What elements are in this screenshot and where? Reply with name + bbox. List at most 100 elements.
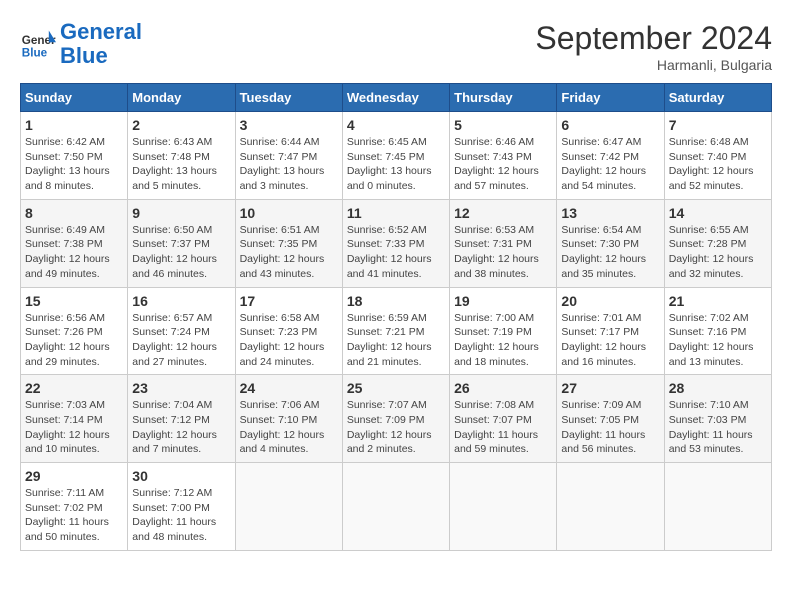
day-number: 24	[240, 380, 338, 396]
month-title: September 2024	[535, 20, 772, 57]
day-number: 19	[454, 293, 552, 309]
day-info: Sunrise: 7:09 AM Sunset: 7:05 PM Dayligh…	[561, 398, 659, 457]
day-number: 18	[347, 293, 445, 309]
day-info: Sunrise: 6:47 AM Sunset: 7:42 PM Dayligh…	[561, 135, 659, 194]
calendar-cell: 22 Sunrise: 7:03 AM Sunset: 7:14 PM Dayli…	[21, 375, 128, 463]
calendar-cell: 27 Sunrise: 7:09 AM Sunset: 7:05 PM Dayli…	[557, 375, 664, 463]
day-number: 4	[347, 117, 445, 133]
calendar-week-4: 22 Sunrise: 7:03 AM Sunset: 7:14 PM Dayli…	[21, 375, 772, 463]
calendar-cell: 26Sunrise: 7:08 AM Sunset: 7:07 PM Dayli…	[450, 375, 557, 463]
day-number: 22	[25, 380, 123, 396]
calendar-week-3: 15Sunrise: 6:56 AM Sunset: 7:26 PM Dayli…	[21, 287, 772, 375]
calendar-cell	[235, 463, 342, 551]
weekday-header-tuesday: Tuesday	[235, 84, 342, 112]
calendar-cell	[342, 463, 449, 551]
calendar-cell: 25 Sunrise: 7:07 AM Sunset: 7:09 PM Dayli…	[342, 375, 449, 463]
day-info: Sunrise: 7:04 AM Sunset: 7:12 PM Dayligh…	[132, 398, 230, 457]
logo-text-line1: General	[60, 20, 142, 44]
calendar-cell	[664, 463, 771, 551]
day-number: 7	[669, 117, 767, 133]
day-info: Sunrise: 7:10 AM Sunset: 7:03 PM Dayligh…	[669, 398, 767, 457]
day-info: Sunrise: 7:12 AM Sunset: 7:00 PM Dayligh…	[132, 486, 230, 545]
day-number: 21	[669, 293, 767, 309]
day-info: Sunrise: 6:55 AM Sunset: 7:28 PM Dayligh…	[669, 223, 767, 282]
day-number: 6	[561, 117, 659, 133]
day-number: 23	[132, 380, 230, 396]
day-info: Sunrise: 7:11 AM Sunset: 7:02 PM Dayligh…	[25, 486, 123, 545]
day-info: Sunrise: 7:03 AM Sunset: 7:14 PM Dayligh…	[25, 398, 123, 457]
day-info: Sunrise: 6:42 AM Sunset: 7:50 PM Dayligh…	[25, 135, 123, 194]
day-number: 3	[240, 117, 338, 133]
calendar-cell: 17 Sunrise: 6:58 AM Sunset: 7:23 PM Dayli…	[235, 287, 342, 375]
weekday-header-friday: Friday	[557, 84, 664, 112]
day-info: Sunrise: 7:06 AM Sunset: 7:10 PM Dayligh…	[240, 398, 338, 457]
day-number: 12	[454, 205, 552, 221]
weekday-header-wednesday: Wednesday	[342, 84, 449, 112]
svg-text:Blue: Blue	[22, 47, 48, 60]
calendar-cell: 16 Sunrise: 6:57 AM Sunset: 7:24 PM Dayli…	[128, 287, 235, 375]
day-number: 30	[132, 468, 230, 484]
calendar-cell: 3 Sunrise: 6:44 AM Sunset: 7:47 PM Daylig…	[235, 112, 342, 200]
calendar-cell: 4Sunrise: 6:45 AM Sunset: 7:45 PM Daylig…	[342, 112, 449, 200]
day-number: 8	[25, 205, 123, 221]
day-info: Sunrise: 7:02 AM Sunset: 7:16 PM Dayligh…	[669, 311, 767, 370]
calendar-table: SundayMondayTuesdayWednesdayThursdayFrid…	[20, 83, 772, 551]
calendar-cell: 28 Sunrise: 7:10 AM Sunset: 7:03 PM Dayli…	[664, 375, 771, 463]
day-info: Sunrise: 6:59 AM Sunset: 7:21 PM Dayligh…	[347, 311, 445, 370]
day-number: 17	[240, 293, 338, 309]
calendar-cell: 30 Sunrise: 7:12 AM Sunset: 7:00 PM Dayli…	[128, 463, 235, 551]
day-number: 28	[669, 380, 767, 396]
day-number: 25	[347, 380, 445, 396]
day-info: Sunrise: 6:57 AM Sunset: 7:24 PM Dayligh…	[132, 311, 230, 370]
calendar-cell: 10 Sunrise: 6:51 AM Sunset: 7:35 PM Dayli…	[235, 199, 342, 287]
day-number: 20	[561, 293, 659, 309]
day-number: 10	[240, 205, 338, 221]
day-info: Sunrise: 6:53 AM Sunset: 7:31 PM Dayligh…	[454, 223, 552, 282]
calendar-cell: 11Sunrise: 6:52 AM Sunset: 7:33 PM Dayli…	[342, 199, 449, 287]
weekday-header-saturday: Saturday	[664, 84, 771, 112]
page-header: General Blue General Blue September 2024…	[20, 20, 772, 73]
day-info: Sunrise: 6:49 AM Sunset: 7:38 PM Dayligh…	[25, 223, 123, 282]
logo-general: General	[60, 19, 142, 44]
logo-text-line2: Blue	[60, 44, 142, 68]
day-info: Sunrise: 6:56 AM Sunset: 7:26 PM Dayligh…	[25, 311, 123, 370]
calendar-cell	[450, 463, 557, 551]
day-info: Sunrise: 7:00 AM Sunset: 7:19 PM Dayligh…	[454, 311, 552, 370]
calendar-cell: 20Sunrise: 7:01 AM Sunset: 7:17 PM Dayli…	[557, 287, 664, 375]
calendar-cell: 24 Sunrise: 7:06 AM Sunset: 7:10 PM Dayli…	[235, 375, 342, 463]
logo: General Blue General Blue	[20, 20, 142, 68]
day-info: Sunrise: 7:08 AM Sunset: 7:07 PM Dayligh…	[454, 398, 552, 457]
day-info: Sunrise: 6:58 AM Sunset: 7:23 PM Dayligh…	[240, 311, 338, 370]
day-number: 16	[132, 293, 230, 309]
day-info: Sunrise: 6:48 AM Sunset: 7:40 PM Dayligh…	[669, 135, 767, 194]
calendar-cell: 23 Sunrise: 7:04 AM Sunset: 7:12 PM Dayli…	[128, 375, 235, 463]
calendar-cell: 12 Sunrise: 6:53 AM Sunset: 7:31 PM Dayli…	[450, 199, 557, 287]
calendar-cell: 2Sunrise: 6:43 AM Sunset: 7:48 PM Daylig…	[128, 112, 235, 200]
calendar-cell: 18 Sunrise: 6:59 AM Sunset: 7:21 PM Dayli…	[342, 287, 449, 375]
calendar-cell: 19 Sunrise: 7:00 AM Sunset: 7:19 PM Dayli…	[450, 287, 557, 375]
calendar-week-2: 8 Sunrise: 6:49 AM Sunset: 7:38 PM Daylig…	[21, 199, 772, 287]
calendar-cell: 13Sunrise: 6:54 AM Sunset: 7:30 PM Dayli…	[557, 199, 664, 287]
day-number: 11	[347, 205, 445, 221]
day-number: 14	[669, 205, 767, 221]
title-block: September 2024 Harmanli, Bulgaria	[535, 20, 772, 73]
weekday-header-thursday: Thursday	[450, 84, 557, 112]
day-number: 2	[132, 117, 230, 133]
calendar-cell: 21 Sunrise: 7:02 AM Sunset: 7:16 PM Dayli…	[664, 287, 771, 375]
day-number: 27	[561, 380, 659, 396]
day-number: 29	[25, 468, 123, 484]
day-info: Sunrise: 6:51 AM Sunset: 7:35 PM Dayligh…	[240, 223, 338, 282]
day-info: Sunrise: 6:44 AM Sunset: 7:47 PM Dayligh…	[240, 135, 338, 194]
calendar-cell: 1 Sunrise: 6:42 AM Sunset: 7:50 PM Daylig…	[21, 112, 128, 200]
day-number: 5	[454, 117, 552, 133]
logo-icon: General Blue	[20, 26, 56, 62]
calendar-cell: 5Sunrise: 6:46 AM Sunset: 7:43 PM Daylig…	[450, 112, 557, 200]
day-info: Sunrise: 7:07 AM Sunset: 7:09 PM Dayligh…	[347, 398, 445, 457]
day-number: 1	[25, 117, 123, 133]
calendar-cell: 29 Sunrise: 7:11 AM Sunset: 7:02 PM Dayli…	[21, 463, 128, 551]
calendar-cell: 8 Sunrise: 6:49 AM Sunset: 7:38 PM Daylig…	[21, 199, 128, 287]
weekday-header-sunday: Sunday	[21, 84, 128, 112]
location: Harmanli, Bulgaria	[535, 57, 772, 73]
calendar-cell	[557, 463, 664, 551]
day-info: Sunrise: 6:54 AM Sunset: 7:30 PM Dayligh…	[561, 223, 659, 282]
